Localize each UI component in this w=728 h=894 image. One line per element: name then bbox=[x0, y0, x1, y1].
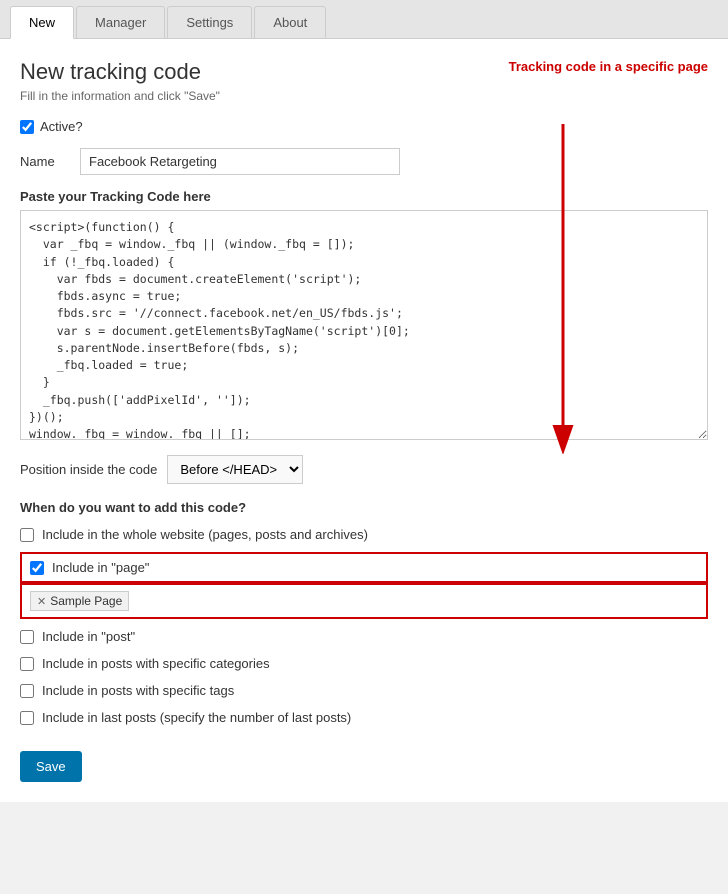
position-label: Position inside the code bbox=[20, 462, 157, 477]
name-label: Name bbox=[20, 154, 80, 169]
page-subtitle: Fill in the information and click "Save" bbox=[20, 89, 708, 103]
main-content: Tracking code in a specific page New tra… bbox=[0, 39, 728, 802]
option-post-cats-label: Include in posts with specific categorie… bbox=[42, 656, 270, 671]
tab-manager[interactable]: Manager bbox=[76, 6, 165, 38]
option-post-cats-row: Include in posts with specific categorie… bbox=[20, 654, 708, 673]
option-post-tags-checkbox[interactable] bbox=[20, 684, 34, 698]
option-whole-label: Include in the whole website (pages, pos… bbox=[42, 527, 368, 542]
code-section-label: Paste your Tracking Code here bbox=[20, 189, 708, 204]
option-post-tags-label: Include in posts with specific tags bbox=[42, 683, 234, 698]
option-post-checkbox[interactable] bbox=[20, 630, 34, 644]
name-row: Name bbox=[20, 148, 708, 175]
tabs-bar: New Manager Settings About bbox=[0, 0, 728, 39]
tag-item-label: Sample Page bbox=[50, 594, 122, 608]
when-label: When do you want to add this code? bbox=[20, 500, 708, 515]
option-post-label: Include in "post" bbox=[42, 629, 135, 644]
active-label: Active? bbox=[40, 119, 83, 134]
active-checkbox-row: Active? bbox=[20, 119, 708, 134]
tab-settings[interactable]: Settings bbox=[167, 6, 252, 38]
tag-item-sample-page: ✕ Sample Page bbox=[30, 591, 129, 611]
option-last-posts-row: Include in last posts (specify the numbe… bbox=[20, 708, 708, 727]
tag-input-container: ✕ Sample Page bbox=[20, 583, 708, 619]
save-button[interactable]: Save bbox=[20, 751, 82, 782]
tab-new[interactable]: New bbox=[10, 6, 74, 39]
active-checkbox[interactable] bbox=[20, 120, 34, 134]
option-last-posts-label: Include in last posts (specify the numbe… bbox=[42, 710, 351, 725]
annotation: Tracking code in a specific page bbox=[509, 59, 708, 74]
option-page-checkbox[interactable] bbox=[30, 561, 44, 575]
option-whole-row: Include in the whole website (pages, pos… bbox=[20, 525, 708, 544]
option-last-posts-checkbox[interactable] bbox=[20, 711, 34, 725]
tag-remove-icon[interactable]: ✕ bbox=[37, 595, 46, 608]
tab-about[interactable]: About bbox=[254, 6, 326, 38]
position-select[interactable]: Before </HEAD> After <BODY> Before </BOD… bbox=[167, 455, 303, 484]
tag-search-input[interactable] bbox=[135, 594, 698, 608]
tracking-code-textarea[interactable]: <script>(function() { var _fbq = window.… bbox=[20, 210, 708, 440]
option-post-row: Include in "post" bbox=[20, 627, 708, 646]
option-post-tags-row: Include in posts with specific tags bbox=[20, 681, 708, 700]
option-page-label: Include in "page" bbox=[52, 560, 149, 575]
option-post-cats-checkbox[interactable] bbox=[20, 657, 34, 671]
position-row: Position inside the code Before </HEAD> … bbox=[20, 455, 708, 484]
annotation-text: Tracking code in a specific page bbox=[509, 59, 708, 74]
name-input[interactable] bbox=[80, 148, 400, 175]
option-whole-checkbox[interactable] bbox=[20, 528, 34, 542]
option-page-row: Include in "page" bbox=[20, 552, 708, 583]
